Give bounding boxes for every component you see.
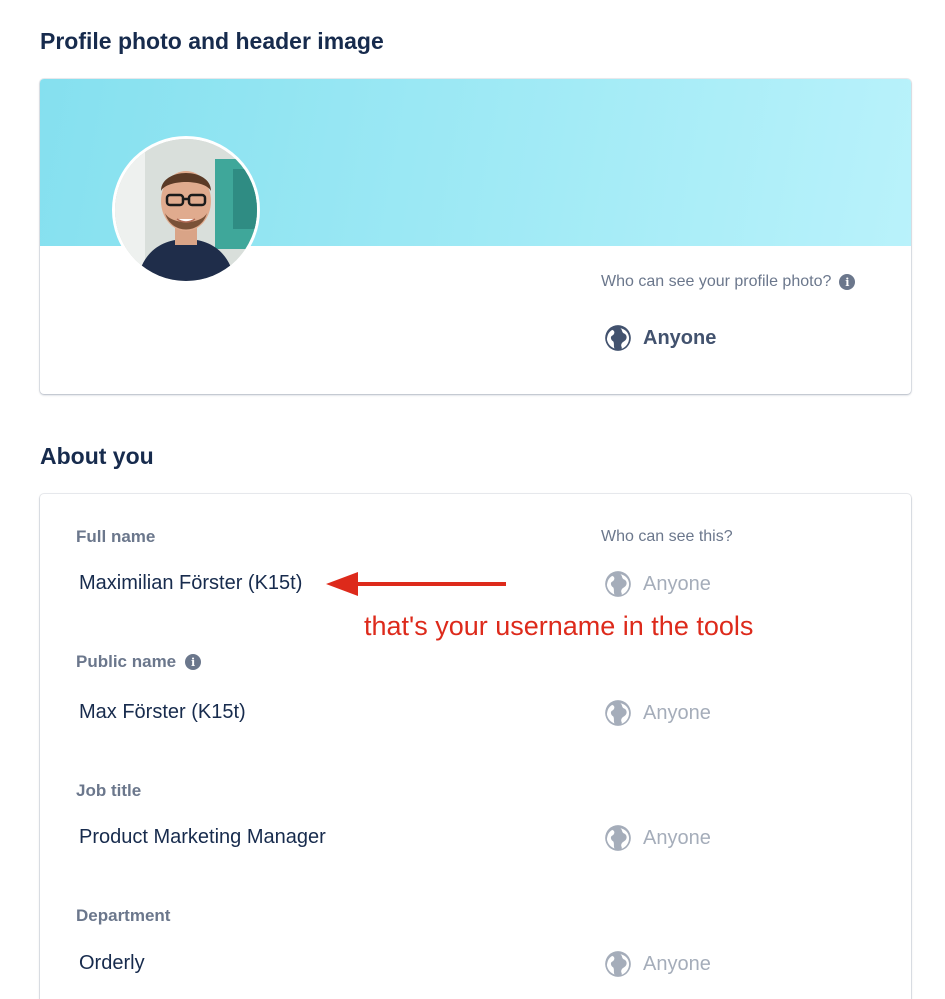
avatar[interactable] [112,136,260,284]
department-value[interactable]: Orderly [79,952,145,975]
profile-photo-section-title: Profile photo and header image [40,28,384,54]
about-you-section-title: About you [40,443,154,469]
department-visibility: Anyone [604,950,711,978]
globe-icon [605,951,631,977]
full-name-label-text: Full name [76,527,156,546]
department-label-text: Department [76,906,171,925]
photo-visibility-value: Anyone [643,326,717,349]
annotation-text: that's your username in the tools [364,611,754,641]
globe-icon [605,325,631,351]
job-title-label-text: Job title [76,781,142,800]
public-name-label-text: Public name [76,652,177,671]
full-name-value[interactable]: Maximilian Förster (K15t) [79,572,302,595]
photo-visibility-question: Who can see your profile photo? i [601,273,856,291]
full-name-visibility-text: Anyone [643,572,711,595]
job-title-visibility: Anyone [604,824,711,852]
arrow-left-icon [326,572,506,596]
globe-icon [605,825,631,851]
photo-visibility-question-text: Who can see your profile photo? [601,273,832,290]
info-icon[interactable]: i [839,274,856,290]
full-name-label: Full name [76,527,155,547]
visibility-header: Who can see this? [601,528,733,545]
public-name-label: Public name i [76,652,202,672]
globe-icon [605,700,631,726]
job-title-value[interactable]: Product Marketing Manager [79,826,326,849]
department-visibility-text: Anyone [643,952,711,975]
department-label: Department [76,906,170,926]
job-title-visibility-text: Anyone [643,826,711,849]
public-name-visibility: Anyone [604,699,711,727]
public-name-value[interactable]: Max Förster (K15t) [79,701,246,724]
public-name-visibility-text: Anyone [643,701,711,724]
job-title-label: Job title [76,781,141,801]
photo-visibility-dropdown[interactable]: Anyone [604,324,716,352]
profile-photo-card: Who can see your profile photo? i Anyone [40,79,911,394]
info-icon[interactable]: i [185,654,202,670]
full-name-visibility: Anyone [604,570,711,598]
globe-icon [605,571,631,597]
